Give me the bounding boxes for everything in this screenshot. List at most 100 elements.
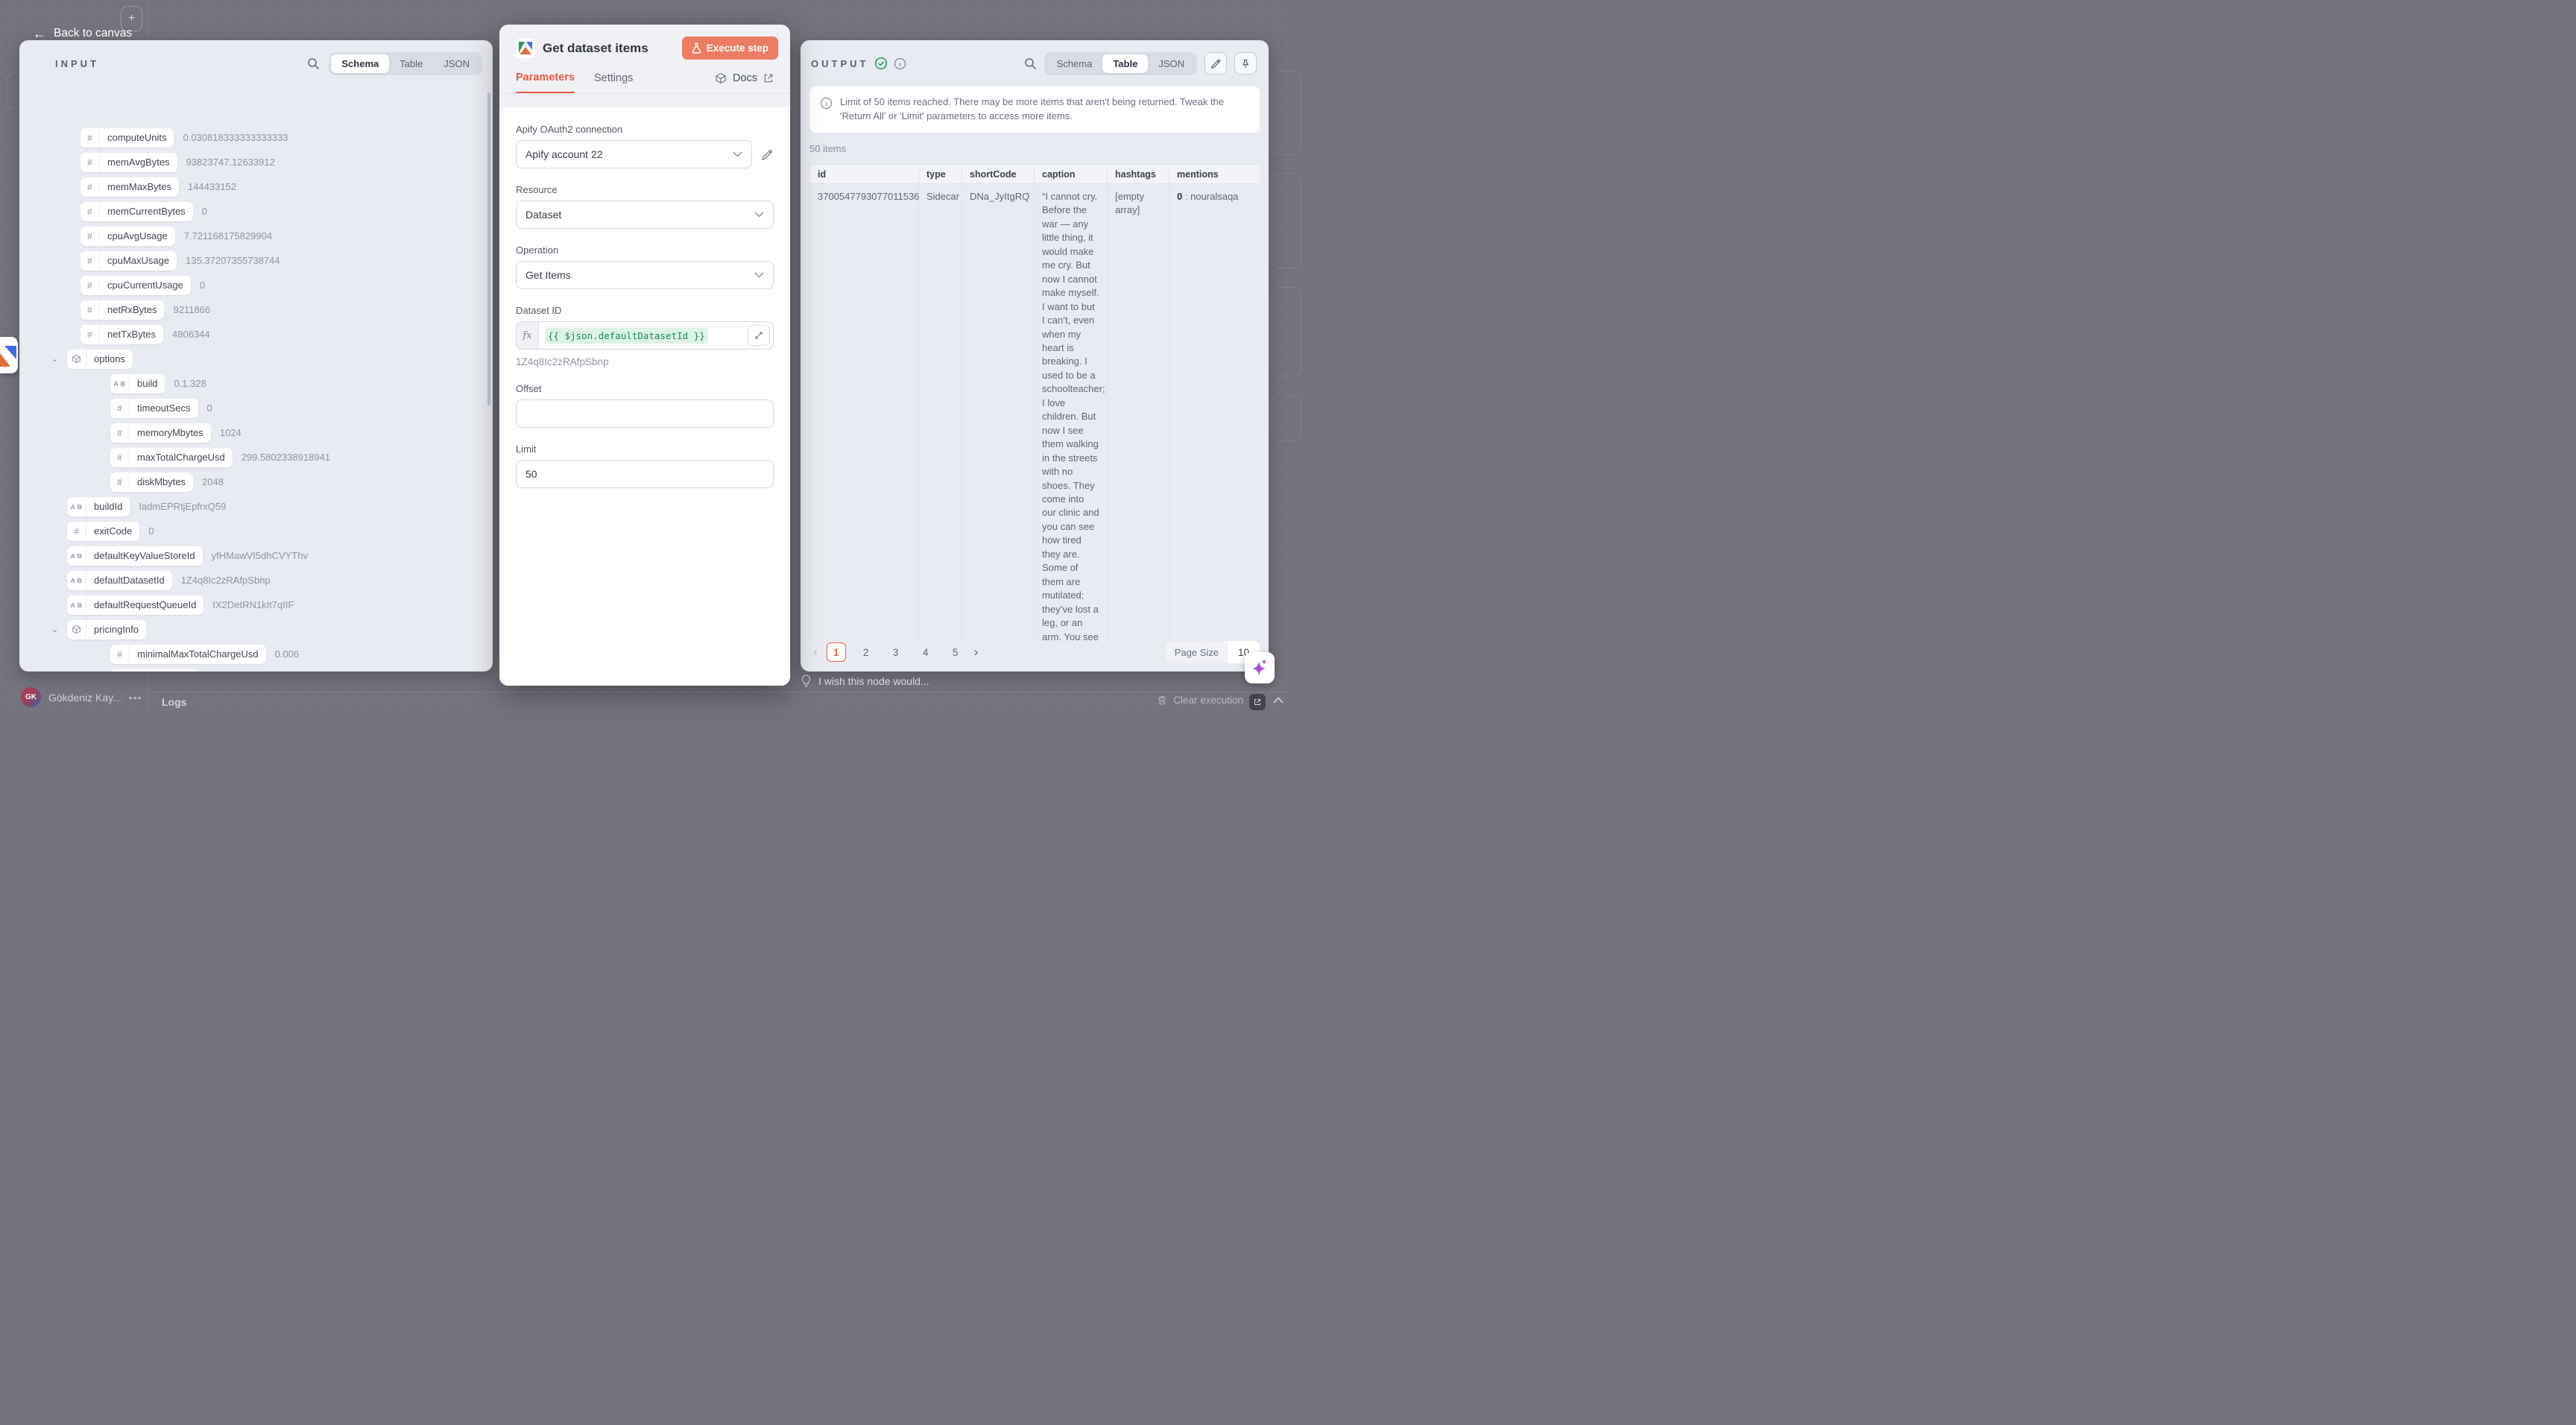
collapse-chevron-icon[interactable]: ⌄ xyxy=(51,625,58,634)
schema-pill[interactable]: #memoryMbytes xyxy=(110,423,211,443)
schema-pill[interactable]: #exitCode xyxy=(67,522,139,541)
schema-pill[interactable]: A BbuildId xyxy=(67,497,130,516)
schema-pill[interactable]: #cpuAvgUsage xyxy=(80,227,175,246)
schema-pill[interactable]: #memCurrentBytes xyxy=(80,202,193,221)
prev-page-button[interactable]: ‹ xyxy=(809,645,821,660)
schema-pill[interactable]: #diskMbytes xyxy=(110,473,193,492)
node-feedback-prompt[interactable]: I wish this node would... xyxy=(801,674,929,687)
expand-expression-icon[interactable] xyxy=(748,325,770,346)
page-2[interactable]: 2 xyxy=(856,642,876,662)
string-type-icon: A B xyxy=(110,669,130,672)
tab-settings[interactable]: Settings xyxy=(594,72,633,92)
feedback-prompt-text[interactable]: I wish this node would... xyxy=(818,675,929,687)
user-menu[interactable]: GK Gökdeniz Kay... ••• xyxy=(21,687,142,707)
offset-label: Offset xyxy=(516,383,774,394)
schema-pill[interactable]: #netTxBytes xyxy=(80,325,163,344)
logs-toggle[interactable]: Logs xyxy=(162,696,186,708)
output-panel: OUTPUT SchemaTableJSON xyxy=(801,40,1269,672)
schema-value: 144433152 xyxy=(188,181,236,192)
search-icon[interactable] xyxy=(1024,57,1037,70)
schema-pill[interactable]: #cpuMaxUsage xyxy=(80,251,177,271)
input-tab-schema[interactable]: Schema xyxy=(331,54,389,73)
output-panel-title: OUTPUT xyxy=(811,58,868,69)
schema-pill[interactable]: #timeoutSecs xyxy=(110,399,198,418)
info-icon[interactable] xyxy=(894,57,906,70)
collapse-chevron-icon[interactable]: ⌄ xyxy=(51,354,58,364)
schema-pill[interactable]: #minimalMaxTotalChargeUsd xyxy=(110,645,266,664)
table-row[interactable]: 3700547793077011536 Sidecar DNa_JyItgRQ … xyxy=(810,184,1260,642)
page-1[interactable]: 1 xyxy=(827,642,846,662)
offset-input[interactable] xyxy=(516,399,774,428)
page-5[interactable]: 5 xyxy=(946,642,965,662)
docs-link[interactable]: Docs xyxy=(715,72,774,92)
user-options-icon[interactable]: ••• xyxy=(129,692,142,704)
schema-value: 4806344 xyxy=(172,329,210,340)
schema-pill[interactable]: #netRxBytes xyxy=(80,300,164,320)
schema-value: 135.37207355738744 xyxy=(186,255,280,266)
pin-data-button[interactable] xyxy=(1234,52,1257,75)
number-type-icon: # xyxy=(80,325,100,344)
cell-shortcode: DNa_JyItgRQ xyxy=(962,184,1035,642)
edit-connection-icon[interactable] xyxy=(761,148,774,161)
output-tab-json[interactable]: JSON xyxy=(1148,54,1195,73)
input-scrollbar[interactable] xyxy=(487,92,490,405)
output-tab-table[interactable]: Table xyxy=(1102,54,1148,73)
schema-pill[interactable]: A BpricingModel xyxy=(110,669,200,672)
schema-pill[interactable]: options xyxy=(67,350,133,369)
edit-output-button[interactable] xyxy=(1205,52,1227,75)
schema-pill[interactable]: #memAvgBytes xyxy=(80,153,177,172)
schema-value: yfHMawVI5dhCVYThv xyxy=(212,550,308,561)
schema-pill[interactable]: A BdefaultRequestQueueId xyxy=(67,595,203,615)
apify-node-icon xyxy=(516,39,535,58)
operation-select[interactable]: Get Items xyxy=(516,261,774,289)
schema-pill[interactable]: #maxTotalChargeUsd xyxy=(110,448,233,467)
back-arrow-icon[interactable]: ← xyxy=(33,27,46,40)
limit-notice: Limit of 50 items reached. There may be … xyxy=(809,86,1260,133)
schema-pill[interactable]: A BdefaultKeyValueStoreId xyxy=(67,546,203,566)
output-tab-schema[interactable]: Schema xyxy=(1046,54,1103,73)
schema-pill[interactable]: #memMaxBytes xyxy=(80,177,179,197)
schema-row-cpuMaxUsage: #cpuMaxUsage 135.37207355738744 xyxy=(19,248,487,273)
schema-value: 0.1.328 xyxy=(174,378,206,389)
schema-pill[interactable]: A BdefaultDatasetId xyxy=(67,571,172,590)
collapse-logs-button[interactable] xyxy=(1273,697,1284,704)
ai-assistant-button[interactable] xyxy=(1245,652,1275,683)
schema-row-cpuCurrentUsage: #cpuCurrentUsage 0 xyxy=(19,273,487,297)
schema-row-netTxBytes: #netTxBytes 4806344 xyxy=(19,322,487,347)
dataset-id-expression-input[interactable]: fx {{ $json.defaultDatasetId }} xyxy=(516,321,774,350)
schema-pill[interactable]: #cpuCurrentUsage xyxy=(80,276,191,295)
back-to-canvas[interactable]: ← Back to canvas xyxy=(33,27,132,40)
page-4[interactable]: 4 xyxy=(916,642,935,662)
limit-input[interactable] xyxy=(516,460,774,488)
schema-value: 0 xyxy=(200,279,205,291)
object-type-icon xyxy=(67,620,86,639)
number-type-icon: # xyxy=(80,227,100,246)
execute-step-button[interactable]: Execute step xyxy=(682,37,778,60)
schema-value: 1024 xyxy=(220,427,242,438)
input-tab-json[interactable]: JSON xyxy=(433,54,480,73)
back-label[interactable]: Back to canvas xyxy=(54,27,132,40)
canvas-node-ghost xyxy=(1272,395,1301,441)
clear-execution-button[interactable]: Clear execution xyxy=(1157,695,1243,706)
schema-pill[interactable]: pricingInfo xyxy=(67,620,146,639)
page-3[interactable]: 3 xyxy=(886,642,906,662)
schema-value: 9211866 xyxy=(173,304,210,315)
connection-select[interactable]: Apify account 22 xyxy=(516,140,752,168)
resolved-expression-value: 1Z4q8Ic2zRAfpSbnp xyxy=(516,356,774,367)
avatar[interactable]: GK xyxy=(21,687,41,707)
open-logs-window-button[interactable] xyxy=(1249,694,1266,710)
next-page-button[interactable]: › xyxy=(970,645,982,660)
number-type-icon: # xyxy=(80,177,100,197)
input-tab-table[interactable]: Table xyxy=(389,54,433,73)
schema-pill[interactable]: #computeUnits xyxy=(80,128,174,148)
string-type-icon: A B xyxy=(67,571,86,590)
schema-pill[interactable]: A Bbuild xyxy=(110,374,165,394)
apify-node-tab[interactable] xyxy=(0,337,18,373)
search-icon[interactable] xyxy=(307,57,320,70)
schema-value: 7.721168175829904 xyxy=(184,230,272,241)
add-node-button[interactable]: + xyxy=(121,6,142,31)
resource-select[interactable]: Dataset xyxy=(516,200,774,229)
tab-parameters[interactable]: Parameters xyxy=(516,72,575,93)
schema-row-minimalMaxTotalChargeUsd: #minimalMaxTotalChargeUsd0.006 xyxy=(19,642,487,666)
user-name: Gökdeniz Kay... xyxy=(48,692,121,704)
